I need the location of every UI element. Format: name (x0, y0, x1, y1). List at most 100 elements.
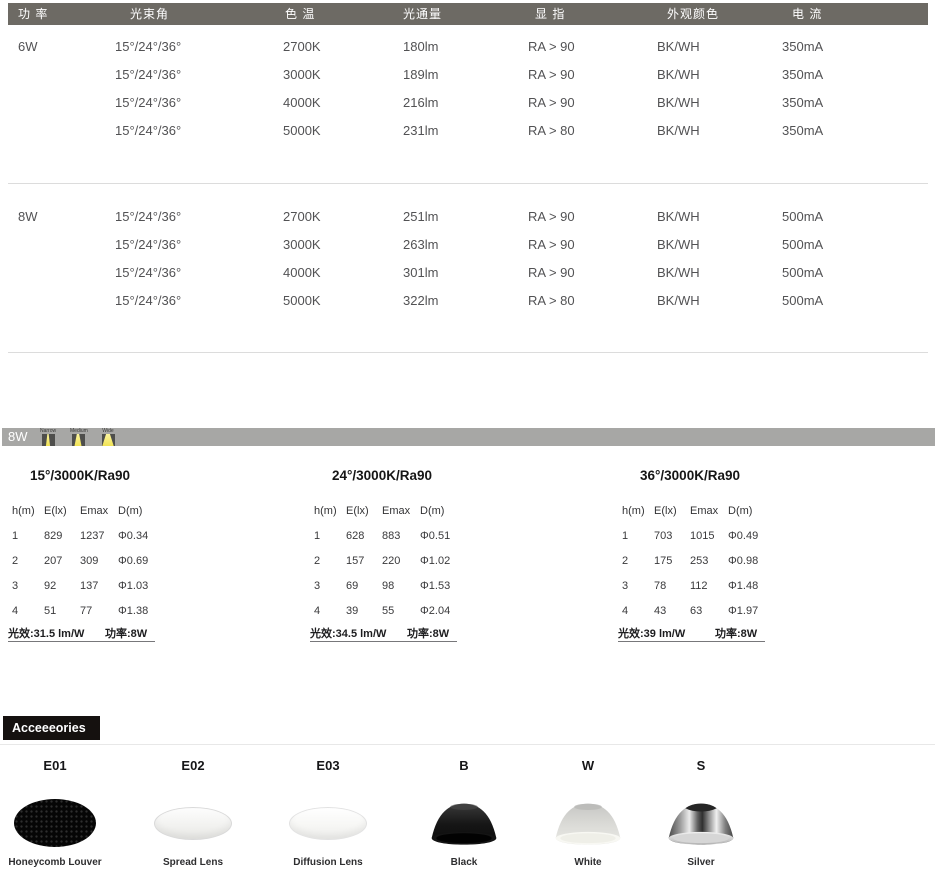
photometric-data-row: 2207309Φ0.69 (8, 555, 178, 569)
spec-flux-cell: 189lm (403, 61, 438, 89)
datasheet-page: 功 率光束角色 温光通量显 指外观颜色电 流 6W15°/24°/36°2700… (0, 0, 935, 879)
spec-column-header: 电 流 (792, 3, 822, 25)
spec-table-row: 8W15°/24°/36°2700K251lmRA > 90BK/WH500mA (0, 203, 935, 231)
spec-cri-cell: RA > 90 (528, 203, 575, 231)
photometric-value: 3 (622, 580, 628, 592)
beam-bar-power-label: 8W (8, 428, 28, 446)
photometric-column-header: h(m) (622, 505, 645, 517)
spec-finish-cell: BK/WH (657, 117, 700, 145)
spec-column-header: 光通量 (403, 3, 442, 25)
spec-current-cell: 500mA (782, 231, 823, 259)
photometric-value: 3 (314, 580, 320, 592)
spec-beam-cell: 15°/24°/36° (115, 259, 181, 287)
spec-cct-cell: 5000K (283, 287, 321, 315)
spec-flux-cell: 251lm (403, 203, 438, 231)
photometric-value: 207 (44, 555, 62, 567)
photometric-value: 703 (654, 530, 672, 542)
spec-finish-cell: BK/WH (657, 259, 700, 287)
photometric-table-footer: 光效:39 lm/W功率:8W (618, 623, 765, 642)
beam-icon-glyph (72, 434, 85, 446)
photometric-column-header: D(m) (420, 505, 444, 517)
spec-current-cell: 350mA (782, 117, 823, 145)
accessory-caption: Spread Lens (123, 857, 263, 868)
accessories-section-label-text: Acceeeories (12, 721, 86, 735)
spec-column-header: 显 指 (535, 3, 565, 25)
spec-table-row: 15°/24°/36°3000K189lmRA > 90BK/WH350mA (0, 61, 935, 89)
photometric-value: 2 (314, 555, 320, 567)
photometric-table-footer: 光效:31.5 lm/W功率:8W (8, 623, 155, 642)
spec-current-cell: 500mA (782, 203, 823, 231)
accessory-image-box (0, 792, 125, 854)
accessory-item: B Black (394, 758, 534, 876)
accessory-image-box (394, 792, 534, 854)
beam-icon-glyph (42, 434, 55, 446)
photometric-table-title: 24°/3000K/Ra90 (332, 468, 432, 483)
photometric-value: Φ1.03 (118, 580, 148, 592)
spec-finish-cell: BK/WH (657, 231, 700, 259)
spec-flux-cell: 216lm (403, 89, 438, 117)
spec-table-row: 6W15°/24°/36°2700K180lmRA > 90BK/WH350mA (0, 33, 935, 61)
photometric-value: 2 (622, 555, 628, 567)
photometric-data-row: 45177Φ1.38 (8, 605, 178, 619)
accessory-caption: Black (394, 857, 534, 868)
accessories-section-label: Acceeeories (3, 716, 100, 740)
spec-cri-cell: RA > 90 (528, 89, 575, 117)
spec-table-row: 15°/24°/36°4000K216lmRA > 90BK/WH350mA (0, 89, 935, 117)
spec-column-header: 光束角 (130, 3, 169, 25)
photometric-data-row: 43955Φ2.04 (310, 605, 480, 619)
spec-current-cell: 500mA (782, 259, 823, 287)
spec-cct-cell: 4000K (283, 89, 321, 117)
beam-icon-medium: Medium (70, 428, 86, 446)
photometric-value: Φ1.48 (728, 580, 758, 592)
photometric-value: 1015 (690, 530, 714, 542)
photometric-column-header: h(m) (314, 505, 337, 517)
photometric-table-footer: 光效:34.5 lm/W功率:8W (310, 623, 457, 642)
photometric-value: 2 (12, 555, 18, 567)
photometric-data-row: 378112Φ1.48 (618, 580, 788, 594)
honeycomb-louver-image (14, 799, 96, 847)
photometric-column-header: D(m) (728, 505, 752, 517)
photometric-value: 63 (690, 605, 702, 617)
photometric-table-header-row: h(m)E(lx)EmaxD(m) (8, 505, 178, 519)
photometric-data-row: 392137Φ1.03 (8, 580, 178, 594)
photometric-value: 55 (382, 605, 394, 617)
photometric-value: 43 (654, 605, 666, 617)
photometric-value: Φ2.04 (420, 605, 450, 617)
spec-cct-cell: 4000K (283, 259, 321, 287)
photometric-value: 51 (44, 605, 56, 617)
photometric-value: 98 (382, 580, 394, 592)
beam-icon-wide: Wide (100, 428, 116, 446)
beam-cone-icon (42, 434, 55, 446)
spec-flux-cell: 180lm (403, 33, 438, 61)
photometric-value: Φ1.38 (118, 605, 148, 617)
photometric-column-header: Emax (690, 505, 718, 517)
photometric-data-row: 18291237Φ0.34 (8, 530, 178, 544)
photometric-table: 36°/3000K/Ra90h(m)E(lx)EmaxD(m)17031015Φ… (618, 460, 788, 655)
power-label: 功率:8W (715, 625, 757, 641)
photometric-value: Φ0.49 (728, 530, 758, 542)
spec-flux-cell: 301lm (403, 259, 438, 287)
photometric-data-row: 1628883Φ0.51 (310, 530, 480, 544)
photometric-value: 829 (44, 530, 62, 542)
beam-cone-icon (72, 434, 85, 446)
photometric-value: 1 (12, 530, 18, 542)
photometric-value: Φ0.98 (728, 555, 758, 567)
spec-flux-cell: 231lm (403, 117, 438, 145)
lens-image (289, 807, 367, 840)
spec-beam-cell: 15°/24°/36° (115, 231, 181, 259)
photometric-data-row: 36998Φ1.53 (310, 580, 480, 594)
photometric-table: 24°/3000K/Ra90h(m)E(lx)EmaxD(m)1628883Φ0… (310, 460, 480, 655)
accessory-image-box (258, 792, 398, 854)
photometric-column-header: D(m) (118, 505, 142, 517)
spec-cct-cell: 2700K (283, 203, 321, 231)
photometric-value: 1 (314, 530, 320, 542)
photometric-data-row: 17031015Φ0.49 (618, 530, 788, 544)
spec-cri-cell: RA > 80 (528, 287, 575, 315)
accessory-image-box (631, 792, 771, 854)
photometric-value: Φ0.34 (118, 530, 148, 542)
beam-icon-glyph (102, 434, 115, 446)
accessory-caption: Honeycomb Louver (0, 857, 125, 868)
beam-section-bar: 8W NarrowMediumWide (2, 428, 935, 446)
spec-table-row: 15°/24°/36°5000K231lmRA > 80BK/WH350mA (0, 117, 935, 145)
photometric-value: 4 (314, 605, 320, 617)
